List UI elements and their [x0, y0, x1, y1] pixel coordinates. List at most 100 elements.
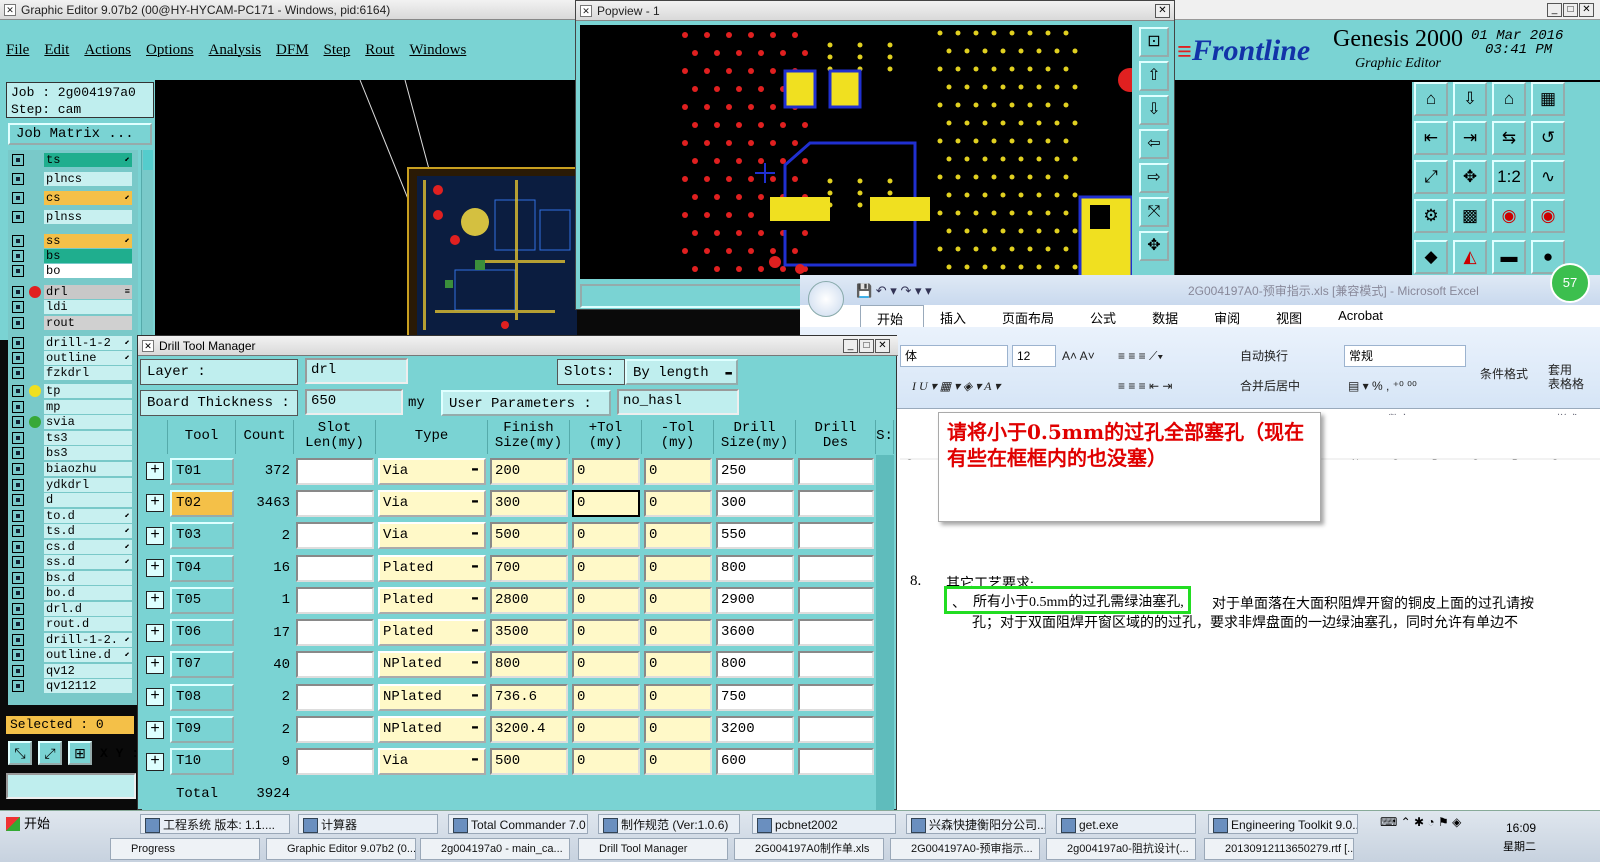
- slot-length-input[interactable]: [296, 586, 374, 614]
- drill-des-input[interactable]: [798, 489, 874, 517]
- layer-row[interactable]: bs3: [8, 446, 136, 460]
- font-size-select[interactable]: 12: [1012, 345, 1056, 367]
- board-thickness-input[interactable]: 650: [305, 389, 403, 415]
- drill-size-input[interactable]: 750: [716, 683, 794, 711]
- layer-row[interactable]: ts.d ⬋: [8, 524, 136, 538]
- layer-checkbox[interactable]: [12, 603, 24, 615]
- plus-tol-input[interactable]: 0: [572, 683, 640, 711]
- plus-tol-input[interactable]: 0: [572, 748, 640, 776]
- finish-size-input[interactable]: 500: [490, 748, 568, 776]
- zoom-box-icon[interactable]: ⤡: [8, 741, 32, 765]
- layer-checkbox[interactable]: [12, 211, 24, 223]
- filter-icon[interactable]: ⚙: [1414, 199, 1448, 233]
- popview-tool-2-icon[interactable]: ⇧: [1139, 61, 1169, 91]
- number-buttons-icons[interactable]: ▤ ▾ % , ⁺⁰ ⁰⁰: [1348, 375, 1417, 397]
- layer-checkbox[interactable]: [12, 352, 24, 364]
- plus-tol-input[interactable]: 0: [572, 457, 640, 485]
- drill-size-input[interactable]: 800: [716, 651, 794, 679]
- finish-size-input[interactable]: 3200.4: [490, 716, 568, 744]
- quick-access-icons[interactable]: 💾 ↶ ▾ ↷ ▾ ▾: [856, 283, 932, 299]
- layer-checkbox[interactable]: [12, 447, 24, 459]
- layer-row[interactable]: to.d ⬋: [8, 509, 136, 523]
- number-format-select[interactable]: 常规: [1344, 345, 1466, 367]
- italic-underline-icon[interactable]: I U ▾ ▦ ▾ ◈ ▾ A ▾: [912, 375, 1000, 397]
- menu-edit[interactable]: Edit: [44, 42, 69, 59]
- tray-icons[interactable]: ⌨ ⌃ ✱ ◔ ⚑ ◈: [1380, 815, 1461, 829]
- type-dropdown[interactable]: NPlated ▬: [378, 651, 486, 679]
- minimize-button[interactable]: _: [1547, 3, 1562, 17]
- layer-row[interactable]: fzkdrl: [8, 366, 136, 380]
- layer-row[interactable]: qv12112: [8, 679, 136, 693]
- tool-measure-icon[interactable]: ◭: [1453, 240, 1487, 274]
- expand-row-icon[interactable]: +: [146, 494, 164, 513]
- layer-checkbox[interactable]: [12, 463, 24, 475]
- layer-checkbox[interactable]: [12, 665, 24, 677]
- finish-size-input[interactable]: 800: [490, 651, 568, 679]
- layer-row[interactable]: d: [8, 493, 136, 507]
- notification-badge[interactable]: 57: [1550, 263, 1590, 303]
- plus-tol-input[interactable]: 0: [572, 554, 640, 582]
- popview-titlebar[interactable]: ✕ Popview - 1: [576, 1, 1174, 21]
- layer-checkbox[interactable]: [12, 401, 24, 413]
- expand-row-icon[interactable]: +: [146, 720, 164, 739]
- taskbar-window-item[interactable]: 2g004197a0 - main_ca...: [420, 838, 570, 860]
- menu-dfm[interactable]: DFM: [276, 42, 309, 59]
- scroll-thumb[interactable]: [143, 150, 153, 170]
- toggle-b-icon[interactable]: ◉: [1531, 199, 1565, 233]
- exit-right-icon[interactable]: ⇥: [1453, 121, 1487, 155]
- taskbar-window-item[interactable]: Progress: [110, 838, 260, 860]
- layer-checkbox[interactable]: [12, 367, 24, 379]
- drill-size-input[interactable]: 2900: [716, 586, 794, 614]
- taskbar-item[interactable]: pcbnet2002: [752, 814, 896, 834]
- layer-row[interactable]: rout: [8, 316, 136, 330]
- zoom-grid-icon[interactable]: ⊞: [68, 741, 92, 765]
- layer-checkbox[interactable]: [12, 416, 24, 428]
- type-dropdown[interactable]: Via ▬: [378, 522, 486, 550]
- layer-checkbox[interactable]: [12, 317, 24, 329]
- taskbar-item[interactable]: Total Commander 7.0 p...: [448, 814, 588, 834]
- plus-tol-input[interactable]: 0: [572, 522, 640, 550]
- expand-row-icon[interactable]: +: [146, 655, 164, 674]
- layer-row[interactable]: plnss: [8, 210, 136, 224]
- layer-row[interactable]: bo: [8, 264, 136, 278]
- layer-checkbox[interactable]: [12, 572, 24, 584]
- popview-close-button[interactable]: ✕: [1155, 4, 1170, 18]
- menu-options[interactable]: Options: [146, 42, 194, 59]
- exit-left-icon[interactable]: ⇤: [1414, 121, 1448, 155]
- layer-row[interactable]: tp: [8, 384, 136, 398]
- graphic-editor-titlebar[interactable]: ✕ Graphic Editor 9.07b2 (00@HY-HYCAM-PC1…: [0, 0, 577, 20]
- fit-icon[interactable]: ⤢: [1414, 160, 1448, 194]
- minus-tol-input[interactable]: 0: [644, 651, 712, 679]
- user-parameters-button[interactable]: User Parameters :: [441, 390, 611, 416]
- tool-button[interactable]: T08: [170, 683, 234, 711]
- tool-button[interactable]: T05: [170, 586, 234, 614]
- home-icon[interactable]: ⌂: [1414, 82, 1448, 116]
- taskbar-window-item[interactable]: Graphic Editor 9.07b2 (0...: [266, 838, 416, 860]
- tool-button[interactable]: T04: [170, 554, 234, 582]
- taskbar-item[interactable]: 兴森快捷衡阳分公司...: [906, 814, 1046, 834]
- minus-tol-input[interactable]: 0: [644, 522, 712, 550]
- layer-checkbox[interactable]: [12, 432, 24, 444]
- drill-size-input[interactable]: 3200: [716, 716, 794, 744]
- taskbar-item[interactable]: 计算器: [298, 814, 438, 834]
- tool-button[interactable]: T07: [170, 651, 234, 679]
- taskbar-window-item[interactable]: 2G004197A0制作单.xls: [734, 838, 884, 860]
- expand-row-icon[interactable]: +: [146, 752, 164, 771]
- dtm-close-button[interactable]: ✕: [875, 339, 890, 353]
- popview-tool-4-icon[interactable]: ⇦: [1139, 129, 1169, 159]
- close-button[interactable]: ✕: [1579, 3, 1594, 17]
- merge-center-button[interactable]: 合并后居中: [1240, 375, 1300, 397]
- menu-actions[interactable]: Actions: [84, 42, 131, 59]
- plus-tol-input[interactable]: 0: [572, 586, 640, 614]
- drill-des-input[interactable]: [798, 716, 874, 744]
- drill-size-input[interactable]: 250: [716, 457, 794, 485]
- layer-input[interactable]: drl: [305, 358, 408, 384]
- tool-ruler-icon[interactable]: ▬: [1492, 240, 1526, 274]
- office-button-icon[interactable]: [808, 281, 844, 317]
- slot-length-input[interactable]: [296, 683, 374, 711]
- plus-tol-input[interactable]: 0: [572, 619, 640, 647]
- start-button[interactable]: 开始: [2, 814, 94, 834]
- minus-tol-input[interactable]: 0: [644, 683, 712, 711]
- layer-row[interactable]: bs: [8, 249, 136, 263]
- table-format-button[interactable]: 套用 表格格: [1548, 363, 1600, 391]
